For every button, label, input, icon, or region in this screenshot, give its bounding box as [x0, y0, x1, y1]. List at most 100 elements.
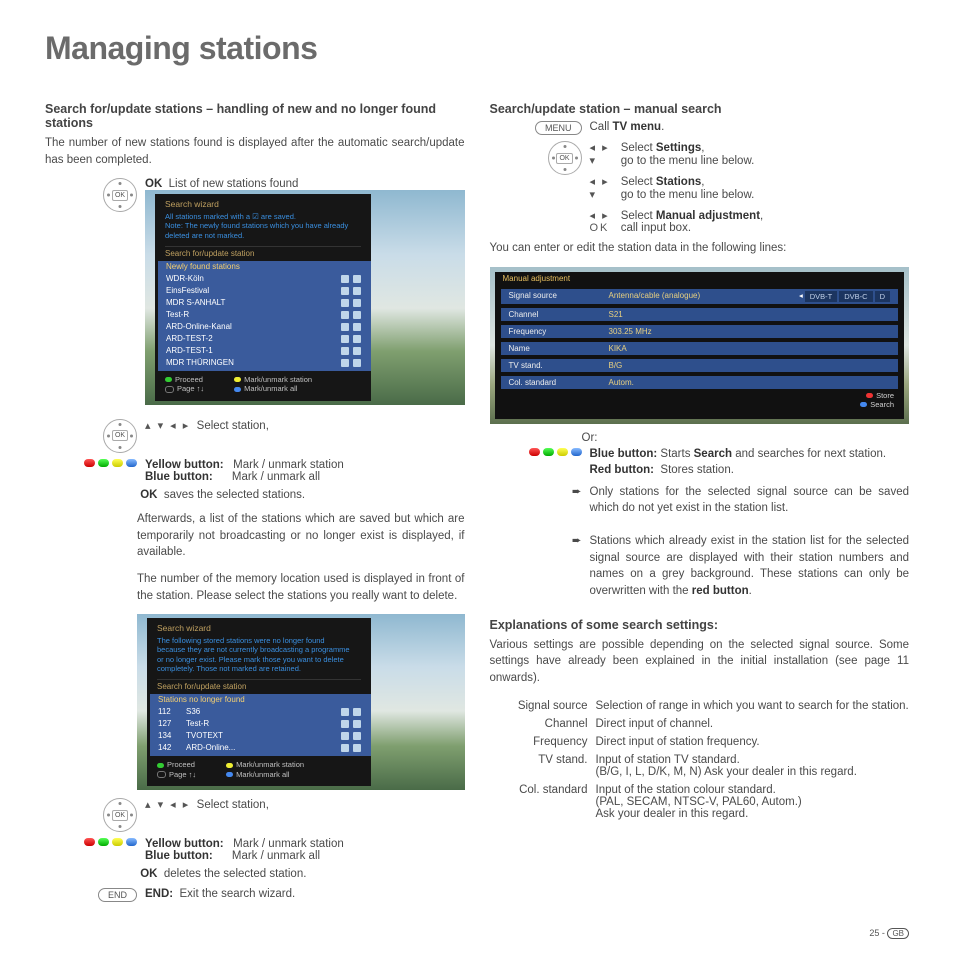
settings-row: TV stand.Input of station TV standard.(B… [490, 751, 910, 781]
call-tv-tail: . [661, 121, 664, 133]
left-intro: The number of new stations found is disp… [45, 135, 465, 168]
bullet2-b: red button [692, 585, 749, 597]
legend-markall: Mark/unmark all [244, 384, 297, 393]
right-intro: You can enter or edit the station data i… [490, 240, 910, 257]
right-column: Search/update station – manual search ME… [490, 102, 910, 908]
footer-page: 25 - [869, 928, 885, 938]
yellow-button-label: Yellow button: [145, 459, 224, 471]
color-buttons-icon-2 [84, 838, 137, 846]
wizard2-tab1: Search for/update station [157, 679, 361, 692]
right-heading: Search/update station – manual search [490, 102, 910, 116]
ok-dpad-icon: OK [103, 178, 137, 212]
manual-adjustment-row: Frequency303.25 MHz [501, 325, 899, 338]
bullet2-c: . [749, 585, 752, 597]
station-row: 112S36 [158, 706, 361, 718]
page-title: Managing stations [45, 30, 909, 67]
wizard1-note2: Note: The newly found stations which you… [165, 221, 361, 240]
arrow-bullet-icon-2: ➨ [572, 533, 582, 547]
station-row: EinsFestival [166, 285, 361, 297]
menu-button-icon: MENU [535, 121, 582, 135]
settings-row: Col. standardInput of the station colour… [490, 781, 910, 823]
ok-list-text: List of new stations found [169, 178, 299, 190]
red-button-label-r: Red button: [590, 464, 655, 476]
blue-text-bold: Search [694, 448, 732, 460]
wizard-new-stations-shot: Search wizard All stations marked with a… [145, 190, 465, 405]
left-p2: Afterwards, a list of the stations which… [137, 511, 465, 561]
left-column: Search for/update stations – handling of… [45, 102, 465, 908]
blue-text-plain: Starts [660, 448, 693, 460]
ok-deletes-text: deletes the selected station. [164, 868, 307, 880]
end-button-icon: END [98, 888, 137, 902]
arrow-bullet-icon: ➨ [572, 484, 582, 498]
station-row: 134TVOTEXT [158, 730, 361, 742]
legend-store: Store [876, 391, 894, 400]
manual-adjustment-row: TV stand.B/G [501, 359, 899, 372]
ok-prefix: OK [145, 178, 162, 190]
footer-region: GB [887, 928, 909, 939]
legend-proceed: Proceed [175, 375, 203, 384]
end-prefix: END: [145, 888, 173, 900]
ok-saves-prefix: OK [140, 489, 157, 501]
settings-row: Signal sourceSelection of range in which… [490, 697, 910, 715]
settings-row: ChannelDirect input of channel. [490, 715, 910, 733]
station-row: WDR-Köln [166, 273, 361, 285]
manual-adjustment-shot: Manual adjustment Signal sourceAntenna/c… [490, 267, 910, 424]
ok-saves-text: saves the selected stations. [164, 489, 305, 501]
blue-text-tail: and searches for next station. [732, 448, 886, 460]
station-row: ARD-Online-Kanal [166, 321, 361, 333]
settings-table: Signal sourceSelection of range in which… [490, 697, 910, 823]
station-row: 127Test-R [158, 718, 361, 730]
nav-dpad-icon-2: OK [103, 798, 137, 832]
manual-panel-title: Manual adjustment [495, 272, 905, 285]
wizard2-tab2: Stations no longer found [158, 694, 361, 706]
ok-dpad-icon-right: OK [548, 141, 582, 175]
legend2-markall: Mark/unmark all [236, 770, 289, 779]
left-heading: Search for/update stations – handling of… [45, 102, 465, 130]
wizard1-title: Search wizard [165, 199, 361, 210]
updown-arrows-icon-2: ▴ ▾ ◂ ▸ [145, 799, 190, 811]
legend-page: Page ↑↓ [177, 384, 204, 393]
explanations-heading: Explanations of some search settings: [490, 618, 910, 632]
step-line: OK call input box. [590, 222, 910, 234]
manual-adjustment-row: ChannelS21 [501, 308, 899, 321]
color-buttons-icon [84, 459, 137, 467]
manual-adjustment-row: Col. standardAutom. [501, 376, 899, 389]
legend2-proceed: Proceed [167, 760, 195, 769]
station-row: ARD-TEST-2 [166, 333, 361, 345]
yellow-button-desc-2: Mark / unmark station [233, 838, 344, 850]
legend-search: Search [870, 400, 894, 409]
legend2-page: Page ↑↓ [169, 770, 196, 779]
wizard2-note: The following stored stations were no lo… [157, 636, 361, 674]
step-line: ◂ ▸ Select Stations, [590, 175, 910, 188]
left-p3: The number of the memory location used i… [137, 571, 465, 604]
wizard1-tab2: Newly found stations [166, 261, 361, 273]
blue-button-label-r: Blue button: [590, 448, 658, 460]
station-row: 142ARD-Online... [158, 742, 361, 754]
station-row: MDR S-ANHALT [166, 297, 361, 309]
settings-row: FrequencyDirect input of station frequen… [490, 733, 910, 751]
step-line: ◂ ▸ Select Manual adjustment, [590, 209, 910, 222]
wizard-nolonger-shot: Search wizard The following stored stati… [137, 614, 465, 790]
select-station-text-2: Select station, [197, 799, 269, 811]
ok-deletes-prefix: OK [140, 868, 157, 880]
explanations-intro: Various settings are possible depending … [490, 637, 910, 687]
blue-button-desc-2: Mark / unmark all [232, 850, 320, 862]
updown-arrows-icon: ▴ ▾ ◂ ▸ [145, 420, 190, 432]
manual-adjustment-row: NameKIKA [501, 342, 899, 355]
color-buttons-icon-right [529, 448, 582, 456]
step-line: ◂ ▸ Select Settings, [590, 141, 910, 154]
manual-adjustment-row: Signal sourceAntenna/cable (analogue)◂ D… [501, 289, 899, 304]
wizard1-note1: All stations marked with a ☑ are saved. [165, 212, 361, 221]
blue-button-desc: Mark / unmark all [232, 471, 320, 483]
bullet2: Stations which already exist in the stat… [590, 533, 910, 600]
step-line: ▾ go to the menu line below. [590, 154, 910, 167]
legend2-mark: Mark/unmark station [236, 760, 304, 769]
red-text: Stores station. [660, 464, 734, 476]
station-row: ARD-TEST-1 [166, 345, 361, 357]
end-text: Exit the search wizard. [180, 888, 296, 900]
nav-dpad-icon: OK [103, 419, 137, 453]
legend-mark: Mark/unmark station [244, 375, 312, 384]
station-row: MDR THÜRINGEN [166, 357, 361, 369]
page: Managing stations Search for/update stat… [0, 0, 954, 954]
yellow-button-desc: Mark / unmark station [233, 459, 344, 471]
